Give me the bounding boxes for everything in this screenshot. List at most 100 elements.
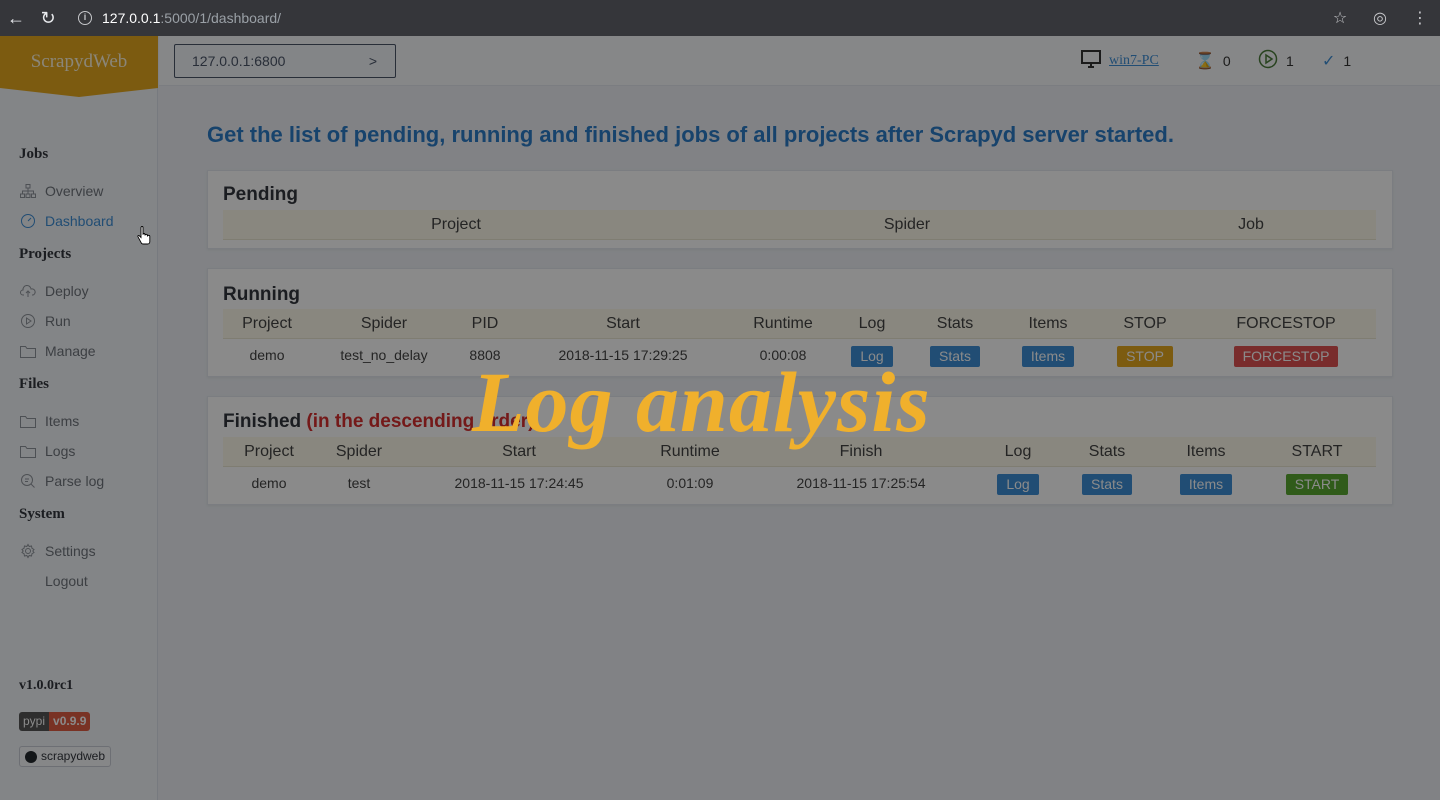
column-header[interactable]: Stats — [920, 309, 990, 339]
column-header[interactable]: Start — [548, 309, 698, 339]
sidebar-item-label: Run — [45, 313, 71, 329]
column-header[interactable]: Spider — [324, 309, 444, 339]
table-row: demo test 2018-11-15 17:24:45 0:01:09 20… — [223, 468, 1376, 498]
cell-project: demo — [249, 347, 285, 363]
sidebar-item-label: Parse log — [45, 473, 105, 489]
column-header[interactable]: Log — [988, 437, 1048, 467]
running-count: 1 — [1286, 53, 1294, 69]
forcestop-button[interactable]: FORCESTOP — [1233, 345, 1339, 367]
pending-title: Pending — [223, 184, 298, 205]
sidebar-item-logs[interactable]: Logs — [19, 441, 75, 461]
reload-icon[interactable]: ↻ — [32, 8, 64, 29]
finished-count: 1 — [1343, 53, 1352, 69]
address-bar[interactable]: i 127.0.0.1:5000/1/dashboard/ — [78, 0, 281, 36]
chevron-right-icon: > — [368, 53, 377, 69]
sidebar-item-overview[interactable]: Overview — [19, 181, 103, 201]
url-path: :5000/1/dashboard/ — [160, 10, 282, 26]
page-title: Get the list of pending, running and fin… — [207, 122, 1174, 147]
column-header[interactable]: Project — [356, 210, 556, 240]
sidebar-item-run[interactable]: Run — [19, 311, 71, 331]
column-header[interactable]: START — [1272, 437, 1362, 467]
sidebar-item-deploy[interactable]: Deploy — [19, 281, 89, 301]
finished-status[interactable]: ✓ 1 — [1322, 36, 1351, 86]
cell-start-action: START — [1272, 468, 1362, 498]
items-button[interactable]: Items — [1179, 473, 1233, 495]
overlay-banner: Log analysis — [472, 354, 931, 450]
stats-button[interactable]: Stats — [1082, 473, 1132, 495]
github-button[interactable]: scrapydweb — [19, 746, 112, 767]
column-header[interactable]: PID — [455, 309, 515, 339]
stop-button[interactable]: STOP — [1117, 345, 1173, 367]
pending-card: Pending Project Spider Job — [207, 170, 1393, 249]
sidebar-item-logout[interactable]: Logout — [19, 571, 88, 591]
browser-toolbar: ← → ↻ i 127.0.0.1:5000/1/dashboard/ ☆ ◎ … — [0, 0, 1440, 800]
section-jobs: Jobs — [19, 146, 49, 162]
running-status[interactable]: 1 — [1258, 36, 1294, 86]
host-status: win7-PC — [1081, 36, 1159, 86]
column-header[interactable]: Job — [1151, 210, 1351, 240]
folder-icon — [19, 444, 37, 458]
sidebar-item-label: Deploy — [45, 283, 89, 299]
pending-table-header: Project Spider Job — [223, 210, 1376, 240]
column-header[interactable]: FORCESTOP — [1221, 309, 1351, 339]
app-version: v1.0.0rc1 — [19, 678, 74, 693]
start-button[interactable]: START — [1285, 473, 1349, 495]
info-icon[interactable]: i — [78, 11, 92, 25]
github-icon — [25, 750, 37, 763]
gear-icon — [19, 543, 37, 559]
pypi-badge-label: pypi — [19, 712, 50, 731]
column-header[interactable]: Project — [227, 309, 307, 339]
column-header[interactable]: STOP — [1110, 309, 1180, 339]
cell-items: Items — [1013, 340, 1083, 370]
logo-notch — [0, 88, 158, 97]
sidebar-item-manage[interactable]: Manage — [19, 341, 96, 361]
sidebar: ScrapydWeb Jobs Overview Dashboard Proje… — [0, 36, 158, 800]
column-header[interactable]: Spider — [319, 437, 399, 467]
sidebar-item-label: Dashboard — [45, 213, 114, 229]
play-circle-icon — [1258, 49, 1278, 74]
column-header[interactable]: Log — [842, 309, 902, 339]
menu-dots-icon[interactable]: ⋮ — [1400, 8, 1440, 28]
pending-status[interactable]: ⌛ 0 — [1195, 36, 1231, 86]
sidebar-item-label: Overview — [45, 183, 104, 199]
cell-log: Log — [988, 468, 1048, 498]
pending-count: 0 — [1222, 53, 1231, 69]
github-label: scrapydweb — [41, 749, 106, 763]
back-icon[interactable]: ← — [0, 8, 32, 29]
stats-button[interactable]: Stats — [930, 345, 980, 367]
section-projects: Projects — [19, 246, 72, 262]
pypi-badge[interactable]: pypi v0.9.9 — [19, 712, 91, 731]
monitor-icon — [1081, 49, 1101, 73]
top-bar: 127.0.0.1:6800 > win7-PC ⌛ 0 1 ✓ 1 — [159, 36, 1440, 86]
cell-start: 2018-11-15 17:24:45 — [454, 475, 584, 491]
sidebar-item-parse-log[interactable]: Parse log — [19, 471, 104, 491]
column-header[interactable]: Items — [1013, 309, 1083, 339]
host-link[interactable]: win7-PC — [1109, 53, 1159, 69]
running-table-header: Project Spider PID Start Runtime Log Sta… — [223, 309, 1376, 339]
column-header[interactable]: Items — [1171, 437, 1241, 467]
log-button[interactable]: Log — [997, 473, 1039, 495]
sidebar-item-items[interactable]: Items — [19, 411, 79, 431]
incognito-icon[interactable]: ◎ — [1360, 8, 1400, 28]
cell-spider: test_no_delay — [340, 347, 428, 363]
column-header[interactable]: Spider — [807, 210, 1007, 240]
running-title: Running — [223, 284, 301, 305]
column-header[interactable]: Stats — [1072, 437, 1142, 467]
sidebar-item-settings[interactable]: Settings — [19, 541, 96, 561]
upload-cloud-icon — [19, 284, 37, 298]
column-header[interactable]: Runtime — [743, 309, 823, 339]
hand-cursor-icon — [137, 226, 151, 245]
sidebar-item-label: Settings — [45, 543, 96, 559]
cell-forcestop: FORCESTOP — [1221, 340, 1351, 370]
server-address: 127.0.0.1:6800 — [192, 53, 286, 69]
bookmark-star-icon[interactable]: ☆ — [1320, 8, 1360, 28]
check-icon: ✓ — [1322, 53, 1336, 70]
logo[interactable]: ScrapydWeb — [0, 36, 158, 88]
server-selector[interactable]: 127.0.0.1:6800 > — [174, 44, 396, 78]
folder-icon — [19, 414, 37, 428]
items-button[interactable]: Items — [1021, 345, 1075, 367]
folder-icon — [19, 344, 37, 358]
cell-project: demo — [251, 475, 287, 491]
sidebar-item-dashboard[interactable]: Dashboard — [19, 211, 114, 231]
column-header[interactable]: Project — [229, 437, 309, 467]
